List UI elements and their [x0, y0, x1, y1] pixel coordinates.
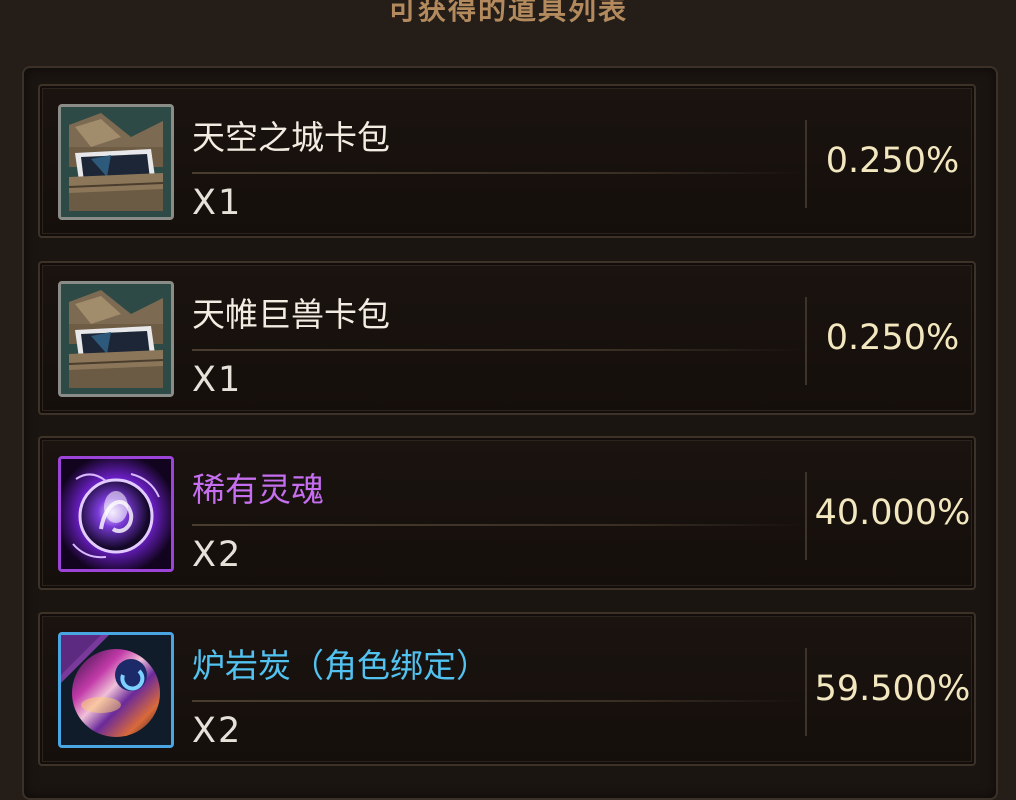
list-item[interactable]: 炉岩炭（角色绑定） X2 59.500%	[38, 612, 976, 766]
item-drop-rate: 0.250%	[825, 318, 960, 358]
divider	[192, 700, 802, 702]
item-quantity: X2	[192, 535, 243, 575]
list-item[interactable]: 天帷巨兽卡包 X1 0.250%	[38, 261, 976, 415]
rare-soul-orb-icon[interactable]	[58, 456, 174, 572]
divider	[192, 524, 802, 526]
item-name: 稀有灵魂	[192, 470, 324, 509]
item-quantity: X1	[192, 183, 243, 223]
dialog-title: 可获得的道具列表	[387, 0, 628, 26]
divider	[192, 172, 802, 174]
item-name: 天空之城卡包	[192, 118, 390, 157]
item-drop-rate: 40.000%	[814, 493, 971, 533]
item-quantity: X1	[192, 360, 243, 400]
item-quantity: X2	[192, 711, 243, 751]
item-drop-rate: 0.250%	[825, 141, 960, 181]
item-name: 天帷巨兽卡包	[192, 295, 390, 334]
card-pack-icon[interactable]	[58, 104, 174, 220]
item-name: 炉岩炭（角色绑定）	[192, 646, 489, 685]
card-pack-icon[interactable]	[58, 281, 174, 397]
list-item[interactable]: 天空之城卡包 X1 0.250%	[38, 84, 976, 238]
furnace-coal-orb-icon[interactable]	[58, 632, 174, 748]
item-drop-rate: 59.500%	[814, 669, 971, 709]
divider	[192, 349, 802, 351]
list-item[interactable]: 稀有灵魂 X2 40.000%	[38, 436, 976, 590]
